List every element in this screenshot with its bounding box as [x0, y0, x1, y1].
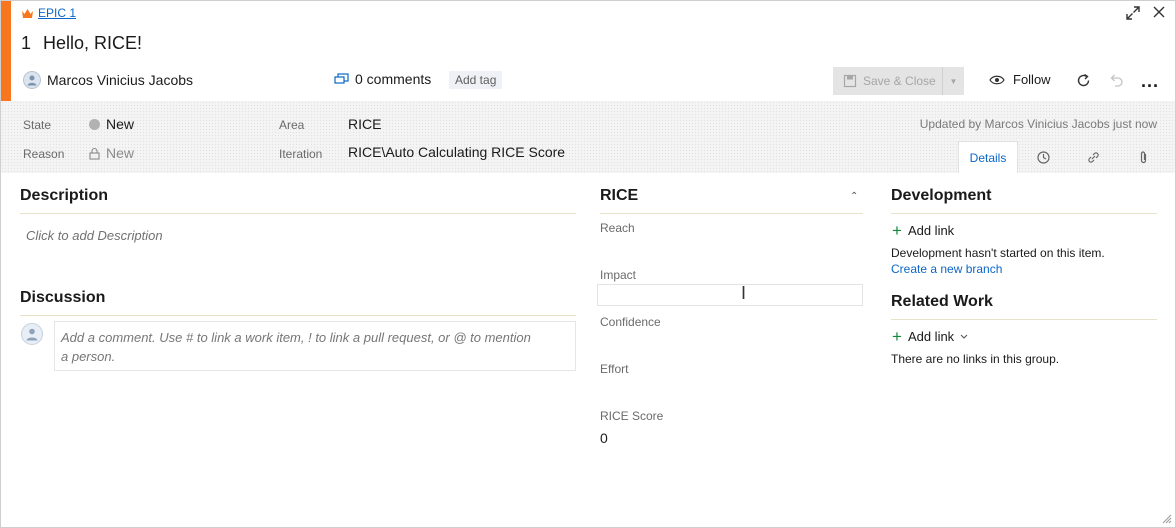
comment-icon	[334, 72, 349, 84]
iteration-value[interactable]: RICE\Auto Calculating RICE Score	[348, 144, 565, 160]
undo-icon[interactable]	[1108, 72, 1125, 89]
description-editor[interactable]: Click to add Description	[26, 228, 163, 243]
create-branch-link[interactable]: Create a new branch	[891, 262, 1002, 276]
reach-label: Reach	[600, 221, 635, 235]
eye-icon	[989, 75, 1005, 84]
work-item-id: 1	[21, 33, 32, 53]
work-item-form: EPIC 1 1 Hello, RICE! Marcos Vinicius Ja…	[0, 0, 1176, 528]
iteration-label: Iteration	[279, 147, 323, 161]
history-icon	[1036, 150, 1050, 164]
comments-link[interactable]: 0 comments	[334, 71, 431, 87]
collapse-chevron-up-icon[interactable]: ⌃	[850, 191, 858, 202]
tab-details[interactable]: Details	[958, 141, 1018, 173]
rice-score-label: RICE Score	[600, 409, 664, 423]
related-work-add-link-label: Add link	[907, 329, 955, 344]
state-dot-icon	[89, 118, 100, 130]
tab-links[interactable]	[1068, 141, 1118, 173]
work-item-type-row: EPIC 1	[21, 6, 76, 20]
work-item-title-row: 1 Hello, RICE!	[21, 33, 142, 54]
impact-label: Impact	[600, 268, 637, 282]
related-work-empty-text: There are no links in this group.	[891, 352, 1060, 366]
area-label: Area	[279, 118, 305, 132]
person-icon	[26, 328, 38, 341]
work-item-type-link[interactable]: EPIC 1	[38, 6, 76, 20]
development-status-text: Development hasn't started on this item.	[891, 246, 1105, 260]
comment-placeholder-line1: Add a comment. Use # to link a work item…	[61, 330, 531, 345]
reason-value: New	[106, 145, 135, 161]
plus-icon: +	[892, 221, 902, 240]
development-add-link-button[interactable]: + Add link	[892, 221, 955, 240]
reason-label: Reason	[23, 147, 65, 161]
save-close-label: Save & Close	[863, 74, 936, 88]
rice-score-value: 0	[600, 430, 608, 446]
reason-field: New	[89, 145, 134, 161]
effort-label: Effort	[600, 362, 629, 376]
lock-icon	[89, 147, 100, 160]
related-work-title: Related Work	[891, 293, 993, 310]
tab-history[interactable]	[1018, 141, 1068, 173]
link-icon	[1087, 151, 1099, 163]
assignee-control[interactable]: Marcos Vinicius Jacobs	[23, 69, 193, 91]
related-work-divider	[891, 319, 1157, 320]
more-actions-button[interactable]: ...	[1141, 71, 1159, 92]
tab-details-label: Details	[969, 150, 1007, 165]
save-close-button[interactable]: Save & Close ▼	[833, 67, 964, 95]
form-tabs: Details	[958, 141, 1168, 173]
refresh-icon[interactable]	[1075, 72, 1092, 89]
person-icon	[27, 75, 37, 86]
impact-input[interactable]	[597, 284, 863, 306]
state-value: New	[106, 116, 135, 132]
comment-placeholder-line2: a person.	[61, 349, 116, 364]
paperclip-icon	[1140, 150, 1146, 163]
rice-divider	[600, 213, 863, 214]
comments-count: 0 comments	[355, 71, 432, 87]
save-dropdown-chevron-icon[interactable]: ▼	[942, 67, 964, 95]
plus-icon: +	[892, 327, 902, 346]
current-user-avatar	[21, 323, 43, 345]
state-dropdown[interactable]: New	[89, 116, 134, 132]
development-title: Development	[891, 187, 992, 204]
work-item-header: EPIC 1 1 Hello, RICE! Marcos Vinicius Ja…	[1, 1, 1175, 101]
discussion-divider	[20, 315, 576, 316]
related-work-add-link-button[interactable]: + Add link	[892, 327, 968, 346]
rice-title: RICE	[600, 187, 639, 204]
comment-input[interactable]: Add a comment. Use # to link a work item…	[54, 321, 576, 371]
tab-attachments[interactable]	[1118, 141, 1168, 173]
work-item-color-bar	[1, 1, 11, 101]
text-cursor-icon: I	[741, 283, 747, 303]
work-item-title[interactable]: Hello, RICE!	[43, 33, 142, 54]
resize-grip-icon[interactable]	[1162, 514, 1172, 524]
assignee-avatar	[23, 71, 41, 89]
confidence-label: Confidence	[600, 315, 661, 329]
discussion-title: Discussion	[20, 289, 106, 306]
assignee-name: Marcos Vinicius Jacobs	[47, 72, 194, 88]
updated-by-text[interactable]: Updated by Marcos Vinicius Jacobs just n…	[920, 117, 1157, 131]
area-value[interactable]: RICE	[348, 116, 381, 132]
add-tag-button[interactable]: Add tag	[449, 71, 503, 89]
chevron-down-icon	[960, 334, 968, 339]
development-divider	[891, 213, 1157, 214]
follow-label: Follow	[1013, 72, 1051, 87]
expand-icon[interactable]	[1125, 5, 1141, 21]
state-label: State	[23, 118, 52, 132]
close-icon[interactable]	[1151, 4, 1167, 20]
description-title: Description	[20, 187, 109, 204]
save-icon	[843, 74, 857, 88]
crown-icon	[22, 8, 33, 18]
follow-button[interactable]: Follow	[989, 72, 1051, 87]
development-add-link-label: Add link	[907, 223, 955, 238]
description-divider	[20, 213, 576, 214]
